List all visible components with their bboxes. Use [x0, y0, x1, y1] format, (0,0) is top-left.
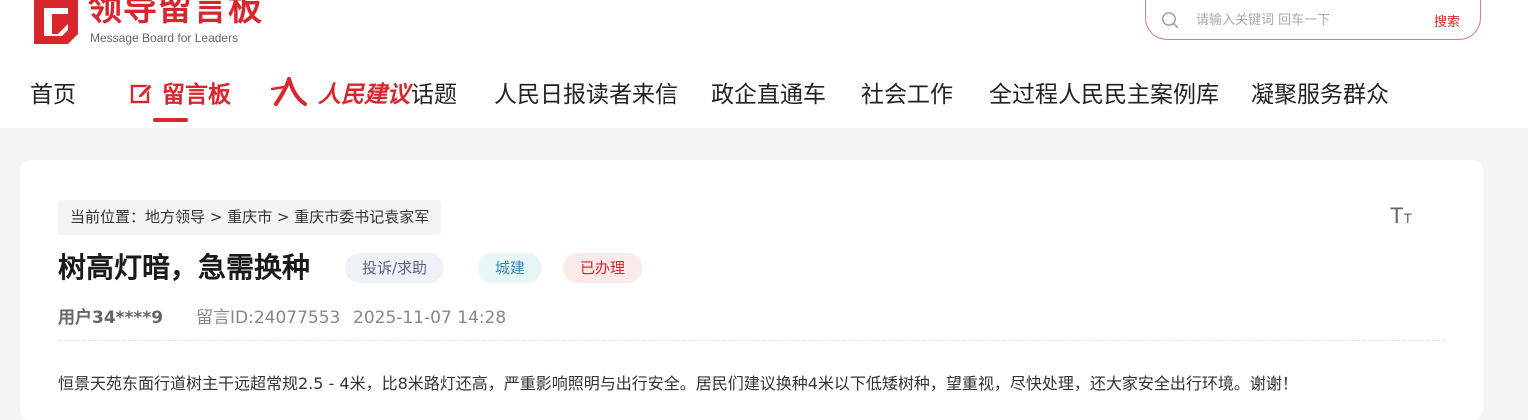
nav-item-message-board-label: 留言板 [162, 82, 232, 108]
message-time: 2025-11-07 14:28 [353, 308, 507, 328]
nav-item-topics[interactable]: 话题 [411, 75, 457, 115]
renmin-calligraphy-logo [270, 77, 307, 106]
status-badge: 已办理 [563, 253, 643, 283]
page-title: 树高灯暗，急需换种 [58, 251, 311, 284]
nav-item-people-suggestion[interactable]: 人民建议 [270, 75, 410, 115]
logo-title: 领导留言板 [88, 0, 263, 29]
edit-icon [130, 83, 153, 104]
message-content: 恒景天苑东面行道树主干远超常规2.5 - 4米，比8米路灯还高，严重影响照明与出… [58, 374, 1298, 393]
message-card: 当前位置：地方领导 > 重庆市 > 重庆市委书记袁家军 TT 树高灯暗，急需换种… [20, 160, 1483, 420]
main-nav: 首页 留言板 人民建议 话题 人民日报读者来信 政企直通车 社会工作 全过程人民… [0, 75, 1528, 115]
nav-item-people-suggestion-label: 人民建议 [318, 82, 411, 108]
nav-item-social-work[interactable]: 社会工作 [861, 75, 953, 115]
nav-item-democracy-cases[interactable]: 全过程人民民主案例库 [989, 75, 1219, 115]
message-meta: 用户34****9 留言ID:24077553 2025-11-07 14:28 [58, 306, 506, 330]
active-nav-indicator [153, 118, 188, 122]
type-badge: 投诉/求助 [345, 253, 445, 283]
divider [58, 340, 1445, 341]
nav-item-readers-letters[interactable]: 人民日报读者来信 [494, 75, 678, 115]
search-input[interactable] [1196, 9, 1416, 31]
nav-item-home[interactable]: 首页 [30, 75, 76, 115]
nav-item-serve-masses[interactable]: 凝聚服务群众 [1251, 75, 1389, 115]
logo-mark-icon [34, 0, 78, 44]
category-badge: 城建 [478, 253, 543, 283]
search-box: 搜索 [1145, 0, 1481, 40]
font-size-icon[interactable]: TT [1390, 205, 1412, 229]
nav-item-message-board[interactable]: 留言板 [130, 75, 231, 115]
message-id: 留言ID:24077553 [196, 308, 341, 328]
logo-subtitle: Message Board for Leaders [90, 31, 239, 45]
search-button[interactable]: 搜索 [1434, 11, 1460, 30]
site-logo[interactable]: 领导留言板 Message Board for Leaders [30, 0, 270, 50]
author-name: 用户34****9 [58, 308, 164, 328]
nav-item-gov-enterprise[interactable]: 政企直通车 [711, 75, 826, 115]
breadcrumb: 当前位置：地方领导 > 重庆市 > 重庆市委书记袁家军 [58, 200, 442, 235]
search-icon [1162, 12, 1179, 29]
site-header: 领导留言板 Message Board for Leaders 搜索 首页 留言… [0, 0, 1528, 128]
